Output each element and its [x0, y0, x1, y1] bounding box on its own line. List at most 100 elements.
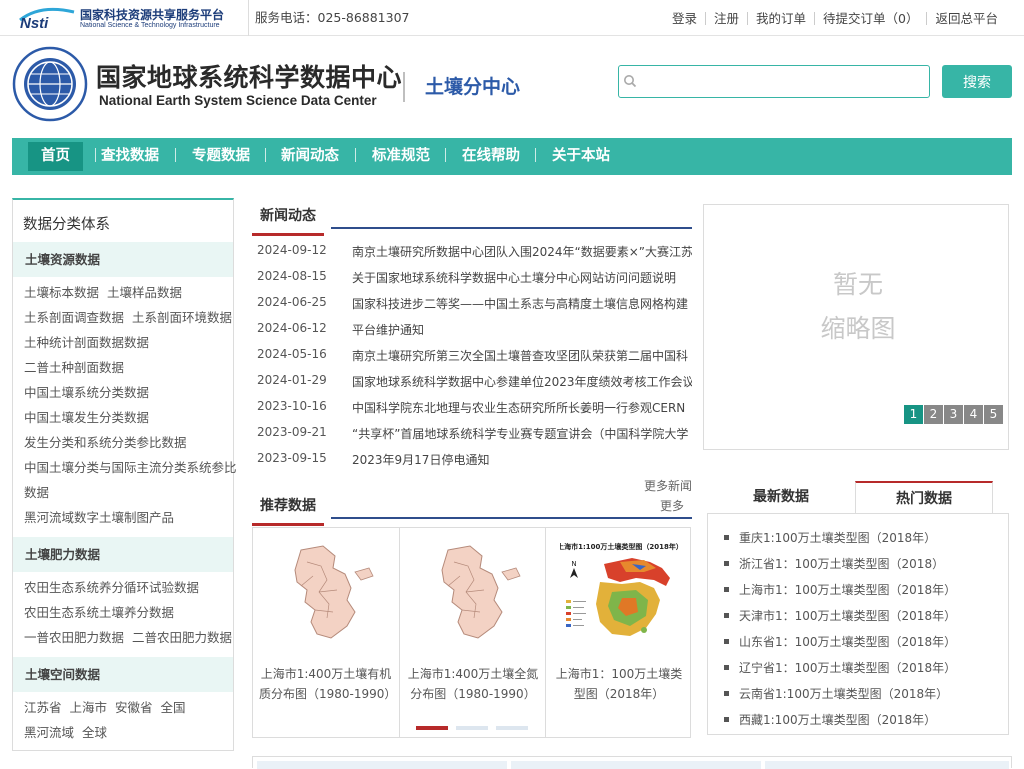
sidebar-link[interactable]: 黑河流域数字土壤制图产品	[24, 510, 174, 525]
sidebar-link[interactable]: 江苏省	[24, 700, 62, 715]
tab-latest-data[interactable]: 最新数据	[707, 481, 855, 514]
sidebar-row: 中国土壤发生分类数据	[24, 407, 157, 426]
sidebar-link[interactable]: 农田生态系统土壤养分数据	[24, 605, 174, 620]
svg-text:Nsti: Nsti	[20, 15, 49, 30]
sidebar-row: 土系剖面调查数据 土系剖面环境数据	[24, 307, 240, 326]
news-item-link[interactable]: 关于国家地球系统科学数据中心土壤分中心网站访问问题说明	[352, 269, 692, 286]
news-item-link[interactable]: 2023年9月17日停电通知	[352, 451, 692, 468]
register-link[interactable]: 注册	[704, 11, 747, 25]
sidebar-link[interactable]: 中国土壤系统分类数据	[24, 385, 149, 400]
sidebar-row: 土壤标本数据 土壤样品数据	[24, 282, 190, 301]
slider-page-button[interactable]: 1	[904, 405, 923, 424]
sidebar-group-heading[interactable]: 土壤空间数据	[13, 657, 233, 692]
sidebar-link[interactable]: 二普农田肥力数据	[132, 630, 232, 645]
slider-page-button[interactable]: 3	[944, 405, 963, 424]
site-title-en: National Earth System Science Data Cente…	[99, 93, 377, 108]
hot-data-item[interactable]: 辽宁省1：100万土壤类型图（2018年）	[724, 659, 956, 676]
sidebar-link[interactable]: 黑河流域	[24, 725, 74, 740]
news-item-link[interactable]: 国家地球系统科学数据中心参建单位2023年度绩效考核工作会议	[352, 373, 692, 390]
news-item-link[interactable]: 国家科技进步二等奖——中国土系志与高精度土壤信息网格构建	[352, 295, 692, 312]
slider-page-button[interactable]: 2	[924, 405, 943, 424]
slider-pager: 1 2 3 4 5	[903, 405, 1003, 424]
news-item-link[interactable]: 平台维护通知	[352, 321, 692, 338]
service-phone: 服务电话：025-86881307	[248, 0, 410, 36]
news-section-rule	[331, 227, 692, 229]
my-orders-link[interactable]: 我的订单	[747, 11, 814, 25]
hot-data-item[interactable]: 天津市1：100万土壤类型图（2018年）	[724, 607, 956, 624]
slider-page-button[interactable]: 4	[964, 405, 983, 424]
bottom-panel-strip	[252, 756, 1012, 769]
sidebar-link[interactable]: 全球	[82, 725, 107, 740]
news-date: 2023-09-15	[257, 451, 327, 465]
sidebar-link[interactable]: 中国土壤分类与国际主流分类系统参比	[24, 460, 237, 475]
sidebar-group-heading[interactable]: 土壤资源数据	[13, 242, 233, 277]
more-recommend-link[interactable]: 更多	[660, 497, 684, 514]
nsti-logo[interactable]: Nsti 国家科技资源共享服务平台 National Science & Tec…	[18, 4, 244, 32]
nav-find-data[interactable]: 查找数据	[88, 142, 172, 171]
sidebar-row: 数据	[24, 482, 57, 501]
recommend-card[interactable]: 上海市1:100万土壤类型图（2018年） N 上海市1：100万土壤类型图（2…	[545, 528, 691, 737]
nav-home[interactable]: 首页	[28, 142, 83, 171]
sidebar-link[interactable]: 安徽省	[115, 700, 153, 715]
news-date: 2024-05-16	[257, 347, 327, 361]
news-item-link[interactable]: 南京土壤研究所数据中心团队入围2024年“数据要素×”大赛江苏	[352, 243, 692, 260]
sidebar-link[interactable]: 全国	[161, 700, 186, 715]
more-news-link[interactable]: 更多新闻	[644, 477, 692, 494]
sidebar-group-heading[interactable]: 土壤肥力数据	[13, 537, 233, 572]
recommend-card-label: 上海市1：100万土壤类型图（2018年）	[555, 667, 683, 701]
nav-help[interactable]: 在线帮助	[449, 142, 533, 171]
news-section-title[interactable]: 新闻动态	[252, 205, 324, 236]
sidebar-link[interactable]: 土种统计剖面数据数据	[24, 335, 149, 350]
image-slider[interactable]: 暂无 缩略图 1 2 3 4 5	[703, 204, 1009, 450]
sidebar-link[interactable]: 发生分类和系统分类参比数据	[24, 435, 187, 450]
tab-hot-data[interactable]: 热门数据	[855, 481, 993, 514]
slider-page-button[interactable]: 5	[984, 405, 1003, 424]
sidebar-row: 土种统计剖面数据数据	[24, 332, 157, 351]
sidebar-link[interactable]: 上海市	[70, 700, 108, 715]
nav-about[interactable]: 关于本站	[539, 142, 623, 171]
sidebar-link[interactable]: 土壤标本数据	[24, 285, 99, 300]
sidebar-row: 农田生态系统养分循环试验数据	[24, 577, 207, 596]
news-item-link[interactable]: 中国科学院东北地理与农业生态研究所所长姜明一行参观CERN	[352, 399, 692, 416]
sidebar-link[interactable]: 农田生态系统养分循环试验数据	[24, 580, 199, 595]
sidebar-row: 黑河流域数字土壤制图产品	[24, 507, 182, 526]
sidebar-link[interactable]: 土系剖面环境数据	[132, 310, 232, 325]
recommend-card[interactable]: 上海市1:400万土壤全氮分布图（1980-1990）	[399, 528, 545, 737]
data-center-emblem-icon[interactable]	[12, 46, 88, 122]
sidebar-row: 黑河流域 全球	[24, 722, 115, 741]
carousel-indicator[interactable]	[496, 726, 528, 730]
hot-data-item[interactable]: 山东省1：100万土壤类型图（2018年）	[724, 633, 956, 650]
carousel-indicator[interactable]	[456, 726, 488, 730]
sidebar-link[interactable]: 二普土种剖面数据	[24, 360, 124, 375]
recommend-section-title[interactable]: 推荐数据	[252, 495, 324, 526]
hot-data-item[interactable]: 上海市1：100万土壤类型图（2018年）	[724, 581, 956, 598]
sidebar-row: 中国土壤分类与国际主流分类系统参比	[24, 457, 245, 476]
sidebar-link[interactable]: 中国土壤发生分类数据	[24, 410, 149, 425]
login-link[interactable]: 登录	[664, 12, 705, 25]
news-item-link[interactable]: 南京土壤研究所第三次全国土壤普查攻坚团队荣获第二届中国科	[352, 347, 692, 364]
news-item-link[interactable]: “共享杯”首届地球系统科学专业赛专题宣讲会（中国科学院大学	[352, 425, 692, 442]
recommend-card[interactable]: 上海市1:400万土壤有机质分布图（1980-1990）	[253, 528, 399, 737]
return-platform-link[interactable]: 返回总平台	[926, 11, 1006, 25]
sidebar-link[interactable]: 土系剖面调查数据	[24, 310, 124, 325]
search-input[interactable]	[641, 68, 925, 95]
sidebar-link[interactable]: 数据	[24, 485, 49, 500]
hot-data-item[interactable]: 西藏1:100万土壤类型图（2018年）	[724, 711, 936, 728]
search-button[interactable]: 搜索	[942, 65, 1012, 98]
sidebar-link[interactable]: 土壤样品数据	[107, 285, 182, 300]
sidebar-link[interactable]: 一普农田肥力数据	[24, 630, 124, 645]
nav-standards[interactable]: 标准规范	[359, 142, 443, 171]
news-date: 2024-09-12	[257, 243, 327, 257]
sidebar-row: 农田生态系统土壤养分数据	[24, 602, 182, 621]
pending-orders-link[interactable]: 待提交订单（0）	[814, 11, 926, 25]
hot-data-item[interactable]: 云南省1:100万土壤类型图（2018年）	[724, 685, 948, 702]
nsti-logo-cn: 国家科技资源共享服务平台	[80, 8, 225, 22]
carousel-indicator[interactable]	[416, 726, 448, 730]
nav-separator	[175, 148, 176, 162]
sidebar-row: 发生分类和系统分类参比数据	[24, 432, 195, 451]
news-date: 2024-06-25	[257, 295, 327, 309]
hot-data-item[interactable]: 重庆1:100万土壤类型图（2018年）	[724, 529, 936, 546]
nav-news[interactable]: 新闻动态	[268, 142, 352, 171]
nav-topic-data[interactable]: 专题数据	[179, 142, 263, 171]
hot-data-item[interactable]: 浙江省1：100万土壤类型图（2018）	[724, 555, 944, 572]
